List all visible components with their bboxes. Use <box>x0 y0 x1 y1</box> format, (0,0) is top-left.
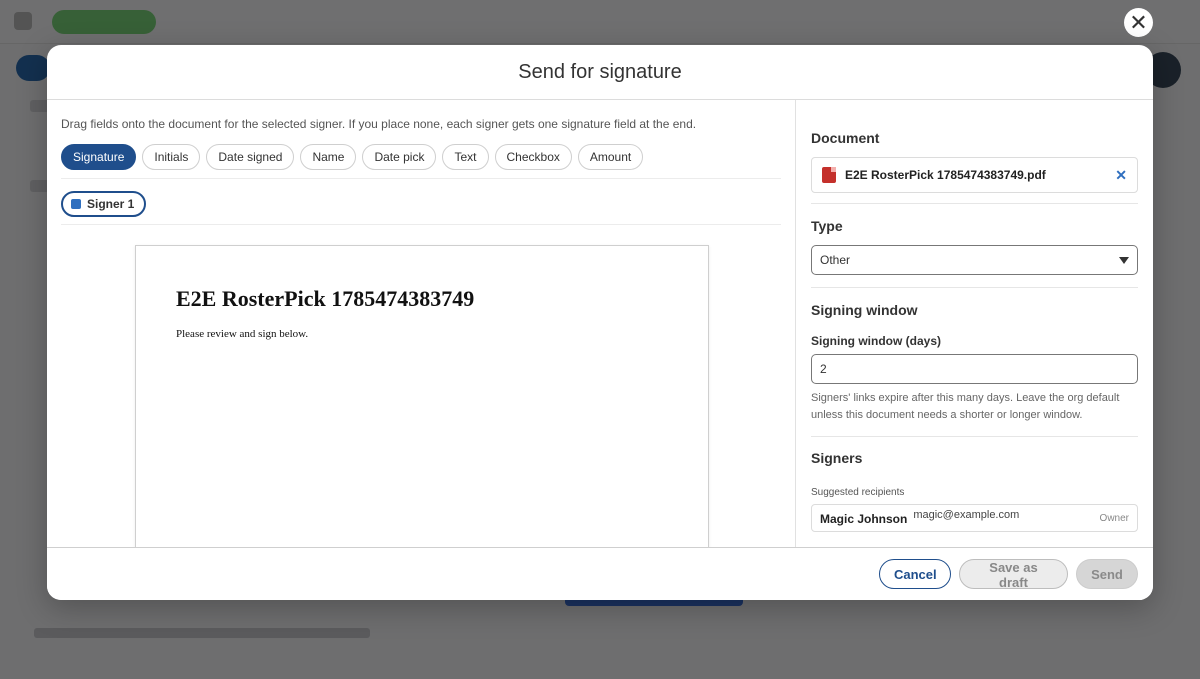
signers-section: Signers Suggested recipients Magic Johns… <box>811 437 1138 532</box>
type-section: Type Other <box>811 204 1138 275</box>
recipient-row[interactable]: Magic Johnson magic@example.com Owner <box>811 504 1138 532</box>
field-checkbox-button[interactable]: Checkbox <box>494 144 572 170</box>
file-name: E2E RosterPick 1785474383749.pdf <box>845 168 1046 182</box>
recipient-role-badge: Owner <box>1099 513 1129 524</box>
field-name-button[interactable]: Name <box>300 144 357 170</box>
chevron-down-icon <box>1119 256 1129 264</box>
type-heading: Type <box>811 218 843 234</box>
signer-chip-label: Signer 1 <box>87 197 135 211</box>
field-initials-button[interactable]: Initials <box>142 144 201 170</box>
document-section: Document E2E RosterPick 1785474383749.pd… <box>811 100 1138 193</box>
signer-selector-row: Signer 1 <box>61 179 781 225</box>
signing-window-heading: Signing window <box>811 302 918 318</box>
signing-window-section: Signing window Signing window (days) Sig… <box>811 288 1138 424</box>
signing-window-label: Signing window (days) <box>811 334 941 348</box>
dialog-body: Drag fields onto the document for the se… <box>47 100 1153 547</box>
field-date-pick-button[interactable]: Date pick <box>362 144 437 170</box>
document-preview-title: E2E RosterPick 1785474383749 <box>176 286 475 311</box>
signing-window-help: Signers' links expire after this many da… <box>811 392 1120 421</box>
signer-color-swatch <box>71 199 81 209</box>
signing-window-input[interactable] <box>811 354 1138 384</box>
attached-file: E2E RosterPick 1785474383749.pdf ✕ <box>811 157 1138 193</box>
field-type-toolbar: Signature Initials Date signed Name Date… <box>61 144 781 179</box>
send-for-signature-dialog: Send for signature Drag fields onto the … <box>47 45 1153 600</box>
dialog-header: Send for signature <box>47 45 1153 100</box>
pdf-file-icon <box>822 167 836 183</box>
close-icon[interactable]: ✕ <box>1124 8 1153 37</box>
send-button[interactable]: Send <box>1076 559 1138 589</box>
type-select[interactable]: Other <box>811 245 1138 275</box>
recipient-email: magic@example.com <box>913 509 1020 521</box>
signer-chip[interactable]: Signer 1 <box>61 191 147 217</box>
type-select-value: Other <box>820 253 851 267</box>
dialog-footer: Cancel Save as draft Send <box>47 547 1153 600</box>
signers-heading: Signers <box>811 450 863 466</box>
settings-sidebar: Document E2E RosterPick 1785474383749.pd… <box>796 100 1153 547</box>
recipient-name: Magic Johnson <box>820 512 908 526</box>
dialog-title: Send for signature <box>518 60 682 83</box>
field-text-button[interactable]: Text <box>442 144 489 170</box>
field-signature-button[interactable]: Signature <box>61 144 137 170</box>
field-amount-button[interactable]: Amount <box>577 144 644 170</box>
field-date-signed-button[interactable]: Date signed <box>206 144 295 170</box>
remove-file-icon[interactable]: ✕ <box>1115 167 1127 184</box>
document-editor-pane: Drag fields onto the document for the se… <box>47 100 796 547</box>
document-heading: Document <box>811 130 880 146</box>
document-preview-body: Please review and sign below. <box>176 328 309 340</box>
suggested-recipients-label: Suggested recipients <box>811 487 905 498</box>
save-draft-button[interactable]: Save as draft <box>959 559 1068 590</box>
field-instructions: Drag fields onto the document for the se… <box>61 117 697 131</box>
document-page-preview[interactable]: E2E RosterPick 1785474383749 Please revi… <box>135 245 709 547</box>
cancel-button[interactable]: Cancel <box>879 559 951 589</box>
